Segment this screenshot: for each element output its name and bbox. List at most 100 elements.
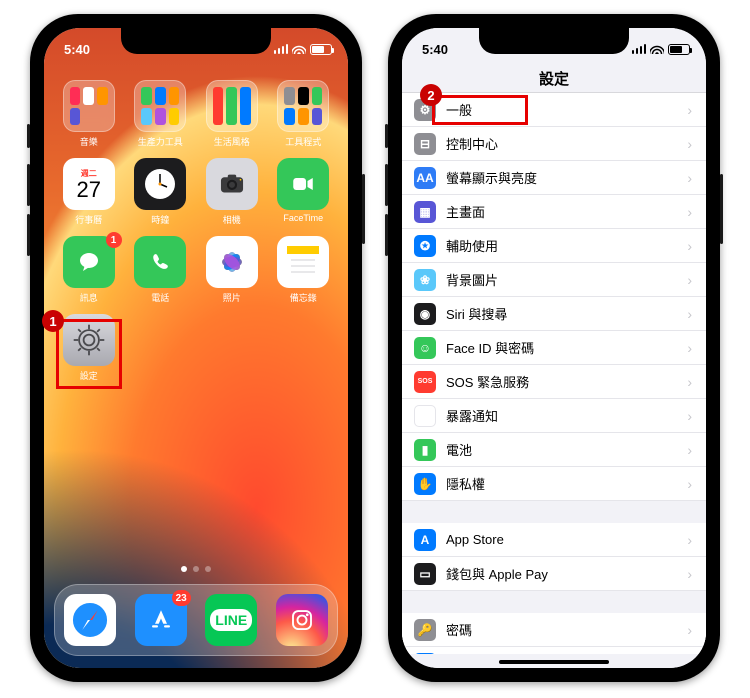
phone-home: 5:40 音樂 生產力工具 生活風 bbox=[30, 14, 362, 682]
settings-row-icon: SOS bbox=[414, 371, 436, 393]
settings-row-icon: ✉ bbox=[414, 653, 436, 655]
app-notes[interactable]: 備忘錄 bbox=[275, 236, 333, 304]
dock-line[interactable]: LINE bbox=[205, 594, 257, 646]
settings-row-icon: AA bbox=[414, 167, 436, 189]
app-clock[interactable]: 時鐘 bbox=[132, 158, 190, 226]
chevron-right-icon: › bbox=[687, 170, 692, 186]
settings-list[interactable]: ⚙一般›⊟控制中心›AA螢幕顯示與亮度›▦主畫面›✪輔助使用›❀背景圖片›◉Si… bbox=[402, 93, 706, 654]
settings-row-icon: ☺ bbox=[414, 337, 436, 359]
dock-appstore[interactable]: 23 bbox=[135, 594, 187, 646]
settings-row-icon: A bbox=[414, 529, 436, 551]
home-indicator[interactable] bbox=[499, 660, 609, 664]
settings-row-label: 輔助使用 bbox=[446, 236, 687, 255]
chevron-right-icon: › bbox=[687, 374, 692, 390]
settings-row[interactable]: 🔑 密碼› bbox=[402, 613, 706, 647]
mute-switch[interactable] bbox=[385, 124, 388, 148]
settings-row[interactable]: ▭ 錢包與 Apple Pay› bbox=[402, 557, 706, 591]
settings-row[interactable]: ✱暴露通知› bbox=[402, 399, 706, 433]
settings-row[interactable]: ✪ 輔助使用› bbox=[402, 229, 706, 263]
chevron-right-icon: › bbox=[687, 238, 692, 254]
settings-row[interactable]: ✉郵件› bbox=[402, 647, 706, 654]
settings-title: 設定 bbox=[402, 68, 706, 89]
badge-messages: 1 bbox=[106, 232, 122, 248]
chevron-right-icon: › bbox=[687, 340, 692, 356]
status-time: 5:40 bbox=[64, 42, 90, 57]
section-gap bbox=[402, 501, 706, 523]
settings-row-label: 密碼 bbox=[446, 620, 687, 639]
settings-row[interactable]: ❀背景圖片› bbox=[402, 263, 706, 297]
settings-row-icon: ▦ bbox=[414, 201, 436, 223]
chevron-right-icon: › bbox=[687, 442, 692, 458]
settings-row[interactable]: ✋隱私權› bbox=[402, 467, 706, 501]
dock-instagram[interactable] bbox=[276, 594, 328, 646]
chevron-right-icon: › bbox=[687, 622, 692, 638]
app-calendar[interactable]: 週二 27 行事曆 bbox=[60, 158, 118, 226]
settings-row-icon: 🔑 bbox=[414, 619, 436, 641]
folder-lifestyle[interactable]: 生活風格 bbox=[203, 80, 261, 148]
settings-row-icon: ✪ bbox=[414, 235, 436, 257]
settings-row-label: 電池 bbox=[446, 440, 687, 459]
settings-row-icon: ✱ bbox=[414, 405, 436, 427]
settings-row-icon: ▮ bbox=[414, 439, 436, 461]
folder-productivity[interactable]: 生產力工具 bbox=[132, 80, 190, 148]
settings-row-label: 暴露通知 bbox=[446, 406, 687, 425]
cellular-icon bbox=[274, 44, 289, 54]
chevron-right-icon: › bbox=[687, 566, 692, 582]
callout-marker-1: 1 bbox=[42, 310, 64, 332]
settings-row-icon: ⊟ bbox=[414, 133, 436, 155]
settings-row[interactable]: ◉Siri 與搜尋› bbox=[402, 297, 706, 331]
home-screen: 5:40 音樂 生產力工具 生活風 bbox=[44, 28, 348, 668]
battery-icon bbox=[668, 44, 690, 55]
settings-row-icon: ✋ bbox=[414, 473, 436, 495]
badge-appstore: 23 bbox=[172, 590, 191, 606]
wifi-icon bbox=[292, 44, 306, 54]
settings-row[interactable]: AA 螢幕顯示與亮度› bbox=[402, 161, 706, 195]
settings-row[interactable]: A App Store› bbox=[402, 523, 706, 557]
volume-up[interactable] bbox=[27, 164, 30, 206]
settings-row[interactable]: ☺ Face ID 與密碼› bbox=[402, 331, 706, 365]
folder-music[interactable]: 音樂 bbox=[60, 80, 118, 148]
folder-utilities[interactable]: 工具程式 bbox=[275, 80, 333, 148]
page-indicator[interactable] bbox=[44, 566, 348, 572]
cellular-icon bbox=[632, 44, 647, 54]
settings-row[interactable]: ▮ 電池› bbox=[402, 433, 706, 467]
callout-marker-2: 2 bbox=[420, 84, 442, 106]
volume-up[interactable] bbox=[385, 164, 388, 206]
settings-row-label: App Store bbox=[446, 532, 687, 547]
chevron-right-icon: › bbox=[687, 204, 692, 220]
settings-row-label: 錢包與 Apple Pay bbox=[446, 564, 687, 583]
app-facetime[interactable]: FaceTime bbox=[275, 158, 333, 226]
app-phone[interactable]: 電話 bbox=[132, 236, 190, 304]
dock-safari[interactable] bbox=[64, 594, 116, 646]
mute-switch[interactable] bbox=[27, 124, 30, 148]
settings-row-label: 背景圖片 bbox=[446, 270, 687, 289]
chevron-right-icon: › bbox=[687, 136, 692, 152]
settings-row-label: Face ID 與密碼 bbox=[446, 338, 687, 357]
settings-screen: 5:40 設定 ⚙一般›⊟控制中心›AA螢幕顯示與亮度›▦主畫面›✪輔助使用›❀… bbox=[402, 28, 706, 668]
power-button[interactable] bbox=[362, 174, 365, 244]
chevron-right-icon: › bbox=[687, 532, 692, 548]
settings-row-label: SOS 緊急服務 bbox=[446, 372, 687, 391]
status-time: 5:40 bbox=[422, 42, 448, 57]
settings-row[interactable]: ⊟控制中心› bbox=[402, 127, 706, 161]
volume-down[interactable] bbox=[27, 214, 30, 256]
section-gap bbox=[402, 591, 706, 613]
settings-row-icon: ▭ bbox=[414, 563, 436, 585]
notch bbox=[121, 28, 271, 54]
settings-row-label: Siri 與搜尋 bbox=[446, 304, 687, 323]
volume-down[interactable] bbox=[385, 214, 388, 256]
callout-box-1 bbox=[56, 319, 122, 389]
app-camera[interactable]: 相機 bbox=[203, 158, 261, 226]
settings-row[interactable]: ▦ 主畫面› bbox=[402, 195, 706, 229]
settings-row-icon: ❀ bbox=[414, 269, 436, 291]
chevron-right-icon: › bbox=[687, 102, 692, 118]
settings-row-label: 螢幕顯示與亮度 bbox=[446, 168, 687, 187]
power-button[interactable] bbox=[720, 174, 723, 244]
settings-row[interactable]: SOS SOS 緊急服務› bbox=[402, 365, 706, 399]
dock: 23 LINE bbox=[54, 584, 338, 656]
app-photos[interactable]: 照片 bbox=[203, 236, 261, 304]
phone-settings: 5:40 設定 ⚙一般›⊟控制中心›AA螢幕顯示與亮度›▦主畫面›✪輔助使用›❀… bbox=[388, 14, 720, 682]
app-messages[interactable]: 1 訊息 bbox=[60, 236, 118, 304]
settings-row-label: 主畫面 bbox=[446, 202, 687, 221]
wifi-icon bbox=[650, 44, 664, 54]
